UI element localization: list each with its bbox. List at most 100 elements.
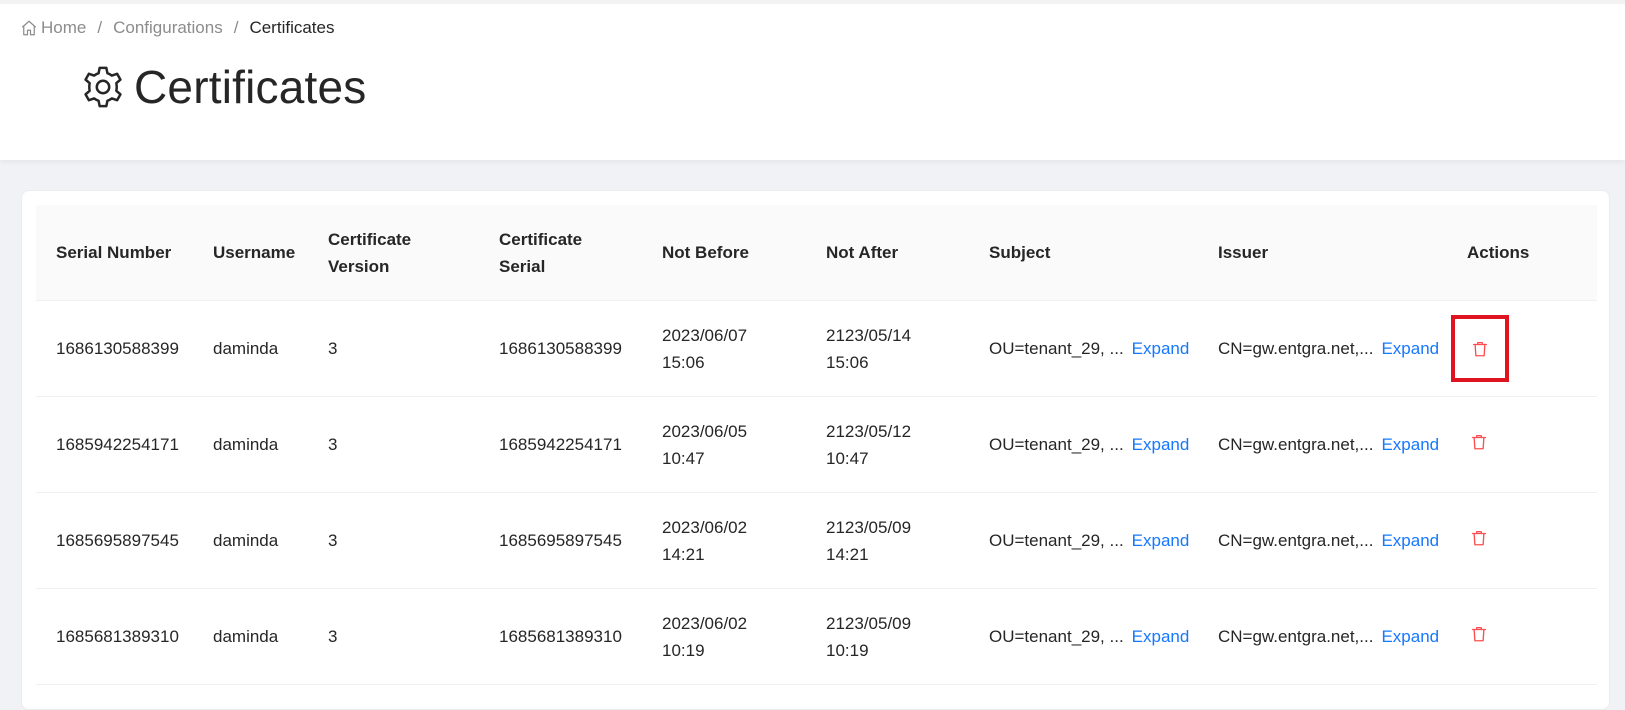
trash-icon (1471, 530, 1487, 546)
issuer-text: CN=gw.entgra.net,... (1218, 627, 1374, 646)
not-before-date: 2023/06/02 (662, 517, 748, 537)
cell-not-before: 2023/06/02 14:21 (642, 492, 806, 589)
issuer-expand-link[interactable]: Expand (1381, 339, 1439, 358)
cell-actions (1447, 300, 1597, 397)
breadcrumb-separator: / (97, 18, 103, 37)
delete-button[interactable] (1467, 526, 1491, 550)
subject-expand-link[interactable]: Expand (1132, 531, 1190, 550)
gear-icon (84, 66, 122, 108)
cell-not-after: 2123/05/09 10:19 (806, 588, 969, 685)
trash-icon (1471, 434, 1487, 450)
cell-username: daminda (193, 492, 308, 589)
not-after-time: 15:06 (826, 352, 869, 372)
page-header: Home / Configurations / Certificates Cer… (0, 0, 1625, 160)
not-after-time: 10:19 (826, 640, 869, 660)
subject-expand-link[interactable]: Expand (1132, 339, 1190, 358)
column-header-issuer: Issuer (1198, 205, 1447, 301)
issuer-expand-link[interactable]: Expand (1381, 531, 1439, 550)
issuer-expand-link[interactable]: Expand (1381, 435, 1439, 454)
cell-issuer: CN=gw.entgra.net,... Expand (1198, 492, 1447, 589)
cell-subject: OU=tenant_29, ... Expand (969, 492, 1198, 589)
cell-username: daminda (193, 396, 308, 493)
cell-serial-number: 1685942254171 (36, 396, 193, 493)
not-before-time: 15:06 (662, 352, 705, 372)
column-header-certificate-version: Certificate Version (308, 205, 479, 301)
cell-serial-number: 1686130588399 (36, 300, 193, 397)
table-row: 1685681389310 daminda 3 1685681389310 20… (36, 588, 1597, 685)
cell-subject: OU=tenant_29, ... Expand (969, 396, 1198, 493)
certificates-card: Serial Number Username Certificate Versi… (21, 190, 1610, 710)
not-after-date: 2123/05/09 (826, 517, 912, 537)
cell-certificate-serial: 1685942254171 (479, 396, 642, 493)
not-before-date: 2023/06/05 (662, 421, 748, 441)
delete-button[interactable] (1451, 315, 1509, 382)
page-title: Certificates (134, 61, 367, 113)
cell-not-before: 2023/06/05 10:47 (642, 396, 806, 493)
trash-icon (1472, 341, 1488, 356)
column-header-subject: Subject (969, 205, 1198, 301)
cell-not-after: 2123/05/14 15:06 (806, 300, 969, 397)
certificates-table: Serial Number Username Certificate Versi… (36, 205, 1597, 685)
not-after-time: 14:21 (826, 544, 869, 564)
not-before-date: 2023/06/02 (662, 613, 748, 633)
column-header-serial-number: Serial Number (36, 205, 193, 301)
cell-actions (1447, 492, 1597, 589)
not-after-date: 2123/05/09 (826, 613, 912, 633)
cell-not-before: 2023/06/02 10:19 (642, 588, 806, 685)
not-after-date: 2123/05/14 (826, 325, 912, 345)
delete-button[interactable] (1467, 430, 1491, 454)
cell-not-before: 2023/06/07 15:06 (642, 300, 806, 397)
cell-username: daminda (193, 300, 308, 397)
subject-text: OU=tenant_29, ... (989, 531, 1124, 550)
not-before-time: 10:19 (662, 640, 705, 660)
subject-text: OU=tenant_29, ... (989, 435, 1124, 454)
not-after-time: 10:47 (826, 448, 869, 468)
issuer-expand-link[interactable]: Expand (1381, 627, 1439, 646)
breadcrumb-configurations[interactable]: Configurations (113, 18, 223, 38)
cell-actions (1447, 588, 1597, 685)
issuer-text: CN=gw.entgra.net,... (1218, 435, 1374, 454)
breadcrumb-home[interactable]: Home (20, 18, 86, 38)
cell-issuer: CN=gw.entgra.net,... Expand (1198, 300, 1447, 397)
breadcrumb: Home / Configurations / Certificates (20, 18, 334, 38)
table-row: 1685942254171 daminda 3 1685942254171 20… (36, 396, 1597, 493)
subject-text: OU=tenant_29, ... (989, 339, 1124, 358)
column-header-actions: Actions (1447, 205, 1597, 301)
issuer-text: CN=gw.entgra.net,... (1218, 339, 1374, 358)
subject-expand-link[interactable]: Expand (1132, 627, 1190, 646)
cell-serial-number: 1685695897545 (36, 492, 193, 589)
not-before-time: 14:21 (662, 544, 705, 564)
cell-certificate-serial: 1685681389310 (479, 588, 642, 685)
cell-version: 3 (308, 396, 479, 493)
cell-subject: OU=tenant_29, ... Expand (969, 300, 1198, 397)
table-header-row: Serial Number Username Certificate Versi… (36, 205, 1597, 301)
cell-certificate-serial: 1686130588399 (479, 300, 642, 397)
cell-version: 3 (308, 300, 479, 397)
trash-icon (1471, 626, 1487, 642)
cell-not-after: 2123/05/12 10:47 (806, 396, 969, 493)
breadcrumb-separator: / (233, 18, 239, 37)
cell-issuer: CN=gw.entgra.net,... Expand (1198, 396, 1447, 493)
not-before-date: 2023/06/07 (662, 325, 748, 345)
breadcrumb-home-label: Home (41, 18, 87, 37)
subject-text: OU=tenant_29, ... (989, 627, 1124, 646)
table-row: 1686130588399 daminda 3 1686130588399 20… (36, 300, 1597, 397)
cell-not-after: 2123/05/09 14:21 (806, 492, 969, 589)
cell-version: 3 (308, 492, 479, 589)
cell-username: daminda (193, 588, 308, 685)
cell-actions (1447, 396, 1597, 493)
home-icon (21, 20, 37, 36)
table-row: 1685695897545 daminda 3 1685695897545 20… (36, 492, 1597, 589)
issuer-text: CN=gw.entgra.net,... (1218, 531, 1374, 550)
not-after-date: 2123/05/12 (826, 421, 912, 441)
subject-expand-link[interactable]: Expand (1132, 435, 1190, 454)
cell-subject: OU=tenant_29, ... Expand (969, 588, 1198, 685)
cell-issuer: CN=gw.entgra.net,... Expand (1198, 588, 1447, 685)
cell-serial-number: 1685681389310 (36, 588, 193, 685)
cell-version: 3 (308, 588, 479, 685)
column-header-not-before: Not Before (642, 205, 806, 301)
delete-button[interactable] (1467, 622, 1491, 646)
breadcrumb-current: Certificates (249, 18, 335, 37)
column-header-certificate-serial: Certificate Serial (479, 205, 642, 301)
column-header-not-after: Not After (806, 205, 969, 301)
